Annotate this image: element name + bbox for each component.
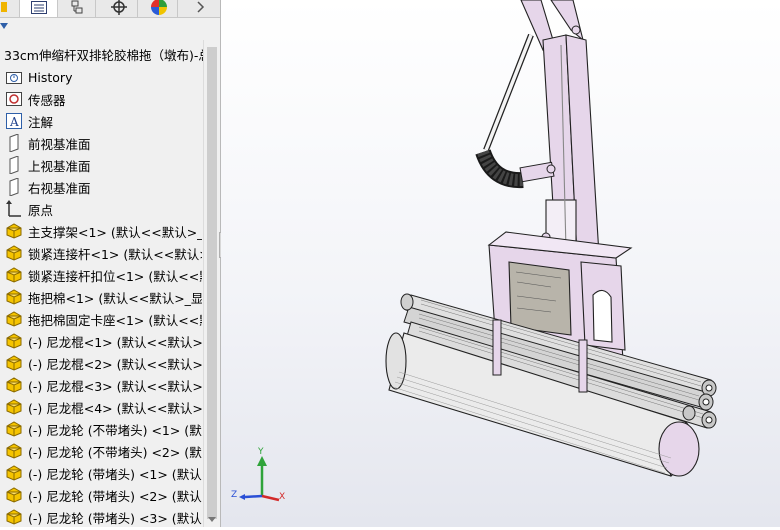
part-icon: [5, 420, 23, 438]
tree-item[interactable]: History: [0, 66, 202, 88]
graphics-viewport[interactable]: Y X Z: [221, 0, 780, 527]
z-axis-line: [244, 494, 263, 499]
x-axis-line: [261, 494, 280, 502]
part-icon: [5, 486, 23, 504]
tree-item-label: 拖把棉固定卡座<1> (默认<<默: [28, 312, 202, 328]
annotation-icon: A: [5, 112, 23, 130]
filter-icon[interactable]: [0, 20, 10, 35]
history-folder-icon: [5, 68, 23, 86]
tree-item[interactable]: (-) 尼龙轮 (带堵头) <2> (默认<: [0, 484, 202, 506]
feature-manager-tab[interactable]: [0, 0, 20, 17]
tree-item-label: 前视基准面: [28, 136, 91, 152]
feature-tree-icon: [0, 1, 7, 16]
color-wheel-icon: [150, 0, 167, 18]
configuration-icon: [70, 0, 84, 17]
scrollbar-thumb[interactable]: [207, 47, 217, 519]
tree-item[interactable]: (-) 尼龙棍<1> (默认<<默认>_显: [0, 330, 202, 352]
tree-item[interactable]: 拖把棉<1> (默认<<默认>_显示: [0, 286, 202, 308]
part-icon: [5, 508, 23, 526]
tree-item[interactable]: 锁紧连接杆<1> (默认<<默认>_: [0, 242, 202, 264]
tree-item[interactable]: 拖把棉固定卡座<1> (默认<<默: [0, 308, 202, 330]
manager-tab-bar: [0, 0, 220, 18]
triad-z-label: Z: [231, 490, 238, 500]
tree-item-label: History: [28, 69, 73, 85]
tree-item[interactable]: 右视基准面: [0, 176, 202, 198]
tree-item-label: (-) 尼龙轮 (带堵头) <2> (默认<: [28, 488, 202, 504]
svg-text:A: A: [9, 115, 19, 129]
property-manager-tab[interactable]: [20, 0, 58, 17]
tree-item-label: 上视基准面: [28, 158, 91, 174]
tree-item-label: 拖把棉<1> (默认<<默认>_显示: [28, 290, 202, 306]
tree-item-label: (-) 尼龙轮 (带堵头) <3> (默认<: [28, 510, 202, 526]
scroll-down-arrow-icon[interactable]: [208, 512, 216, 526]
tree-item-label: (-) 尼龙棍<4> (默认<<默认>_显: [28, 400, 202, 416]
tree-item[interactable]: (-) 尼龙轮 (带堵头) <1> (默认<: [0, 462, 202, 484]
part-icon: [5, 464, 23, 482]
tree-item[interactable]: (-) 尼龙棍<3> (默认<<默认>_显: [0, 374, 202, 396]
tree-item[interactable]: (-) 尼龙轮 (不带堵头) <2> (默认: [0, 440, 202, 462]
tree-item-label: 传感器: [28, 92, 66, 108]
tree-item-label: (-) 尼龙棍<1> (默认<<默认>_显: [28, 334, 202, 350]
chevron-right-icon: [196, 1, 206, 16]
tree-item[interactable]: 锁紧连接杆扣位<1> (默认<<默: [0, 264, 202, 286]
origin-icon: [5, 200, 23, 218]
part-icon: [5, 244, 23, 262]
tree-scrollbar[interactable]: [203, 40, 220, 527]
part-icon: [5, 222, 23, 240]
tree-item[interactable]: A 注解: [0, 110, 202, 132]
display-manager-tab[interactable]: [140, 0, 178, 17]
tree-item[interactable]: 传感器: [0, 88, 202, 110]
part-icon: [5, 332, 23, 350]
tree-item[interactable]: (-) 尼龙轮 (不带堵头) <1> (默认: [0, 418, 202, 440]
tree-item[interactable]: (-) 尼龙轮 (带堵头) <3> (默认<: [0, 506, 202, 527]
dimxpert-tab[interactable]: [100, 0, 138, 17]
tree-item-label: (-) 尼龙轮 (不带堵头) <1> (默认: [28, 422, 202, 438]
plane-icon: [5, 134, 23, 152]
tree-item[interactable]: 前视基准面: [0, 132, 202, 154]
more-tabs-button[interactable]: [182, 0, 220, 17]
tree-item-label: 锁紧连接杆扣位<1> (默认<<默: [28, 268, 202, 284]
tree-item[interactable]: (-) 尼龙棍<4> (默认<<默认>_显: [0, 396, 202, 418]
tree-item[interactable]: 原点: [0, 198, 202, 220]
plane-icon: [5, 178, 23, 196]
triad-y-label: Y: [258, 447, 264, 457]
part-icon: [5, 442, 23, 460]
property-list-icon: [30, 0, 47, 17]
tree-item-label: (-) 尼龙轮 (带堵头) <1> (默认<: [28, 466, 202, 482]
tree-item[interactable]: 主支撑架<1> (默认<<默认>_显: [0, 220, 202, 242]
mop-assembly-model: [385, 0, 717, 477]
tree-item-label: (-) 尼龙轮 (不带堵头) <2> (默认: [28, 444, 202, 460]
part-icon: [5, 354, 23, 372]
plane-icon: [5, 156, 23, 174]
tree-item-label: 注解: [28, 114, 54, 130]
tree-item[interactable]: (-) 尼龙棍<2> (默认<<默认>_显: [0, 352, 202, 374]
tree-item-label: 主支撑架<1> (默认<<默认>_显: [28, 224, 202, 240]
part-icon: [5, 266, 23, 284]
triad-x-label: X: [279, 492, 286, 502]
part-icon: [5, 310, 23, 328]
feature-manager-panel: 33cm伸缩杆双排轮胶棉拖（墩布)-总 History 传感器 A 注解前视基准面上视…: [0, 0, 221, 527]
assembly-root-node[interactable]: 33cm伸缩杆双排轮胶棉拖（墩布)-总: [4, 45, 214, 63]
part-icon: [5, 288, 23, 306]
tree-item-label: 右视基准面: [28, 180, 91, 196]
assembly-root-label: 33cm伸缩杆双排轮胶棉拖（墩布)-总: [4, 48, 211, 63]
sensor-icon: [5, 90, 23, 108]
view-triad: Y X Z: [229, 447, 299, 512]
tree-item-label: 锁紧连接杆<1> (默认<<默认>_: [28, 246, 202, 262]
tree-item-label: 原点: [28, 202, 54, 218]
crosshair-icon: [110, 0, 127, 18]
part-icon: [5, 398, 23, 416]
tree-item[interactable]: 上视基准面: [0, 154, 202, 176]
configuration-manager-tab[interactable]: [58, 0, 96, 17]
tree-item-label: (-) 尼龙棍<2> (默认<<默认>_显: [28, 356, 202, 372]
tree-filter-row: [0, 18, 220, 38]
tree-item-label: (-) 尼龙棍<3> (默认<<默认>_显: [28, 378, 202, 394]
part-icon: [5, 376, 23, 394]
